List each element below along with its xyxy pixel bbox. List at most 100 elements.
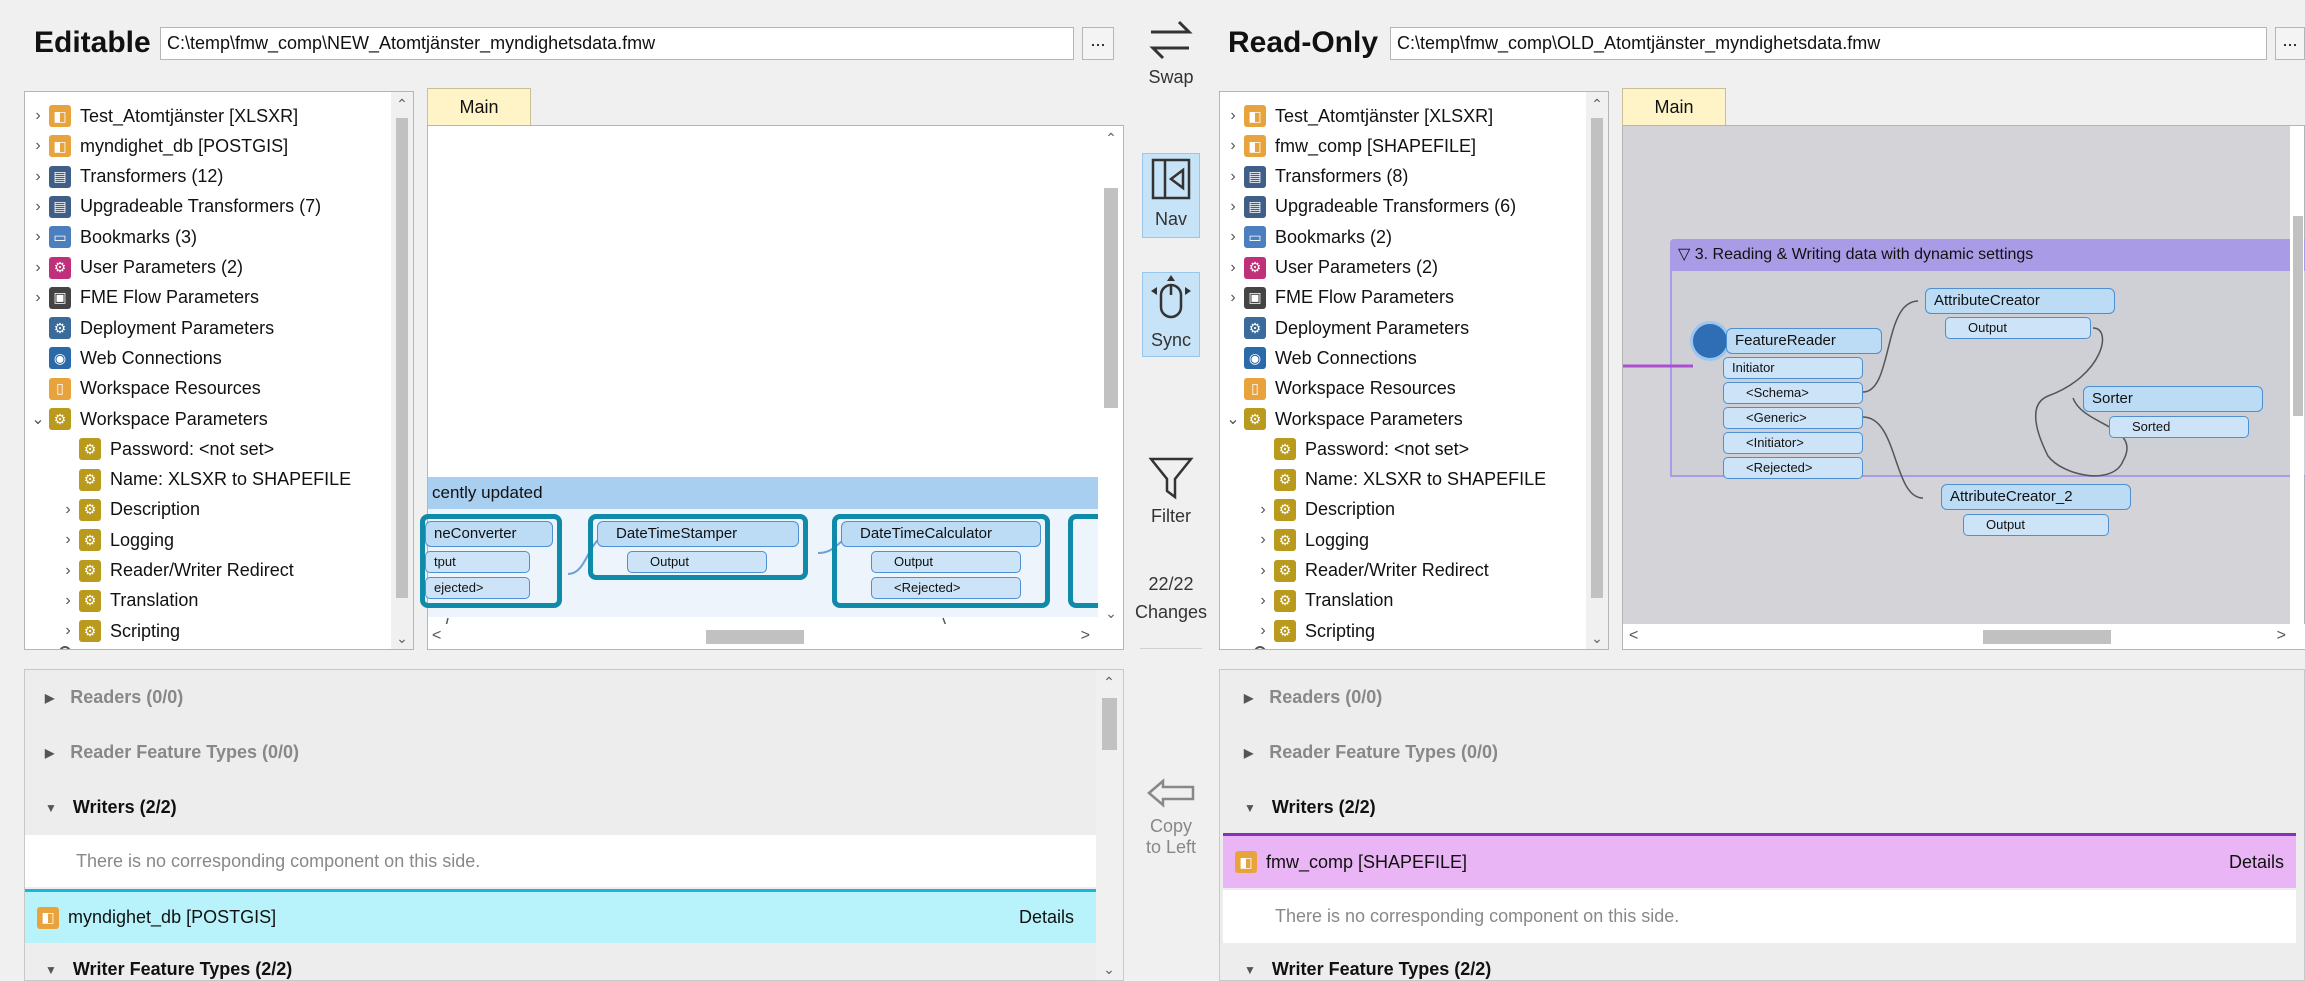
left-node-datetimestamper[interactable]: DateTimeStamper Output bbox=[588, 514, 808, 580]
right-writer-row[interactable]: ◧ fmw_comp [SHAPEFILE] Details bbox=[1223, 833, 2296, 888]
left-diff-scrollbar[interactable]: ⌃ ⌄ bbox=[1096, 670, 1123, 980]
featurereader-port-initiator-out[interactable]: <Initiator> bbox=[1723, 432, 1863, 454]
chevron-icon[interactable]: ⌄ bbox=[1222, 409, 1244, 429]
right-tab-main[interactable]: Main bbox=[1622, 88, 1726, 125]
left-writer-details-button[interactable]: Details bbox=[1019, 907, 1074, 928]
chevron-icon[interactable]: › bbox=[57, 501, 79, 519]
featurereader-port-rejected[interactable]: <Rejected> bbox=[1723, 457, 1863, 479]
left-tree-item[interactable]: › ▤ Transformers (12) bbox=[27, 162, 223, 192]
right-canvas-hscrollbar[interactable]: < > bbox=[1623, 624, 2305, 649]
left-tree-item[interactable]: › ▣ FME Flow Parameters bbox=[27, 283, 259, 313]
featurereader-port-initiator[interactable]: Initiator bbox=[1723, 357, 1863, 379]
chevron-icon[interactable]: › bbox=[1222, 198, 1244, 216]
left-section-reader-feature-types[interactable]: ▶ Reader Feature Types (0/0) bbox=[45, 742, 299, 763]
nav-toggle-button[interactable]: Nav bbox=[1142, 153, 1200, 238]
left-tree-item[interactable]: › ◧ myndighet_db [POSTGIS] bbox=[27, 131, 288, 161]
chevron-icon[interactable]: › bbox=[27, 168, 49, 186]
right-tree-item[interactable]: ⚙ Name: XLSXR to SHAPEFILE bbox=[1252, 465, 1546, 495]
right-workspace-canvas[interactable]: ▽ 3. Reading & Writing data with dynamic… bbox=[1622, 125, 2305, 650]
editable-browse-button[interactable]: ... bbox=[1082, 27, 1114, 60]
left-section-writer-feature-types[interactable]: ▼ Writer Feature Types (2/2) bbox=[45, 959, 292, 980]
right-tree-item[interactable]: › ⚙ Scripting bbox=[1252, 616, 1375, 646]
right-tree-item[interactable]: › ⚙ User Parameters (2) bbox=[1222, 253, 1438, 283]
left-tree-item[interactable]: › ◧ Test_Atomtjänster [XLSXR] bbox=[27, 101, 298, 131]
left-node-converter[interactable]: neConverter tput ejected> bbox=[420, 514, 562, 608]
left-node-datetimecalculator-port-rejected[interactable]: <Rejected> bbox=[871, 577, 1021, 599]
right-section-readers[interactable]: ▶ Readers (0/0) bbox=[1244, 687, 1382, 708]
left-tree-item[interactable]: › ▭ Bookmarks (3) bbox=[27, 222, 197, 252]
left-tree-item[interactable]: ⚙ Name: XLSXR to SHAPEFILE bbox=[57, 465, 351, 495]
left-canvas-vscrollbar[interactable]: ⌃ ⌄ bbox=[1098, 126, 1123, 624]
left-node-datetimecalculator-port-output[interactable]: Output bbox=[871, 551, 1021, 573]
left-workspace-canvas[interactable]: cently updated neConverter tput ejected>… bbox=[420, 125, 1124, 650]
copy-to-left-button[interactable]: Copy to Left bbox=[1130, 775, 1212, 858]
left-tree-item[interactable]: ⚙ Password: <not set> bbox=[57, 434, 274, 464]
right-tree-item[interactable]: › ⚙ Translation bbox=[1252, 586, 1393, 616]
chevron-icon[interactable]: › bbox=[57, 592, 79, 610]
left-section-writers[interactable]: ▼ Writers (2/2) bbox=[45, 797, 177, 818]
right-canvas-vscrollbar[interactable] bbox=[2290, 126, 2304, 624]
left-node-datetimecalculator[interactable]: DateTimeCalculator Output <Rejected> bbox=[832, 514, 1050, 608]
left-diff-list[interactable]: ▶ Readers (0/0) ▶ Reader Feature Types (0/… bbox=[24, 669, 1124, 981]
left-section-readers[interactable]: ▶ Readers (0/0) bbox=[45, 687, 183, 708]
left-tree-scrollbar[interactable]: ⌃ ⌄ bbox=[391, 92, 413, 649]
right-writer-details-button[interactable]: Details bbox=[2229, 852, 2284, 873]
left-node-converter-port-rejected[interactable]: ejected> bbox=[425, 577, 530, 599]
right-tree-item[interactable]: › ⚙ Reader/Writer Redirect bbox=[1252, 556, 1489, 586]
left-node-converter-port-output[interactable]: tput bbox=[425, 551, 530, 573]
attributecreator-port-output[interactable]: Output bbox=[1945, 317, 2091, 339]
right-tree-item[interactable]: › ▤ Upgradeable Transformers (6) bbox=[1222, 192, 1516, 222]
chevron-icon[interactable]: › bbox=[27, 289, 49, 307]
chevron-icon[interactable]: › bbox=[1252, 562, 1274, 580]
attributecreator2-port-output[interactable]: Output bbox=[1963, 514, 2109, 536]
chevron-icon[interactable]: › bbox=[27, 137, 49, 155]
right-tree-item[interactable]: › ▣ FME Flow Parameters bbox=[1222, 283, 1454, 313]
left-tree-item[interactable]: › ⚙ User Parameters (2) bbox=[27, 253, 243, 283]
left-tree-item[interactable]: › ⚙ Description bbox=[57, 495, 200, 525]
left-navigator-tree[interactable]: › ◧ Test_Atomtjänster [XLSXR] › ◧ myndighet_d… bbox=[24, 91, 414, 650]
editable-path-field[interactable]: C:\temp\fmw_comp\NEW_Atomtjänster_myndig… bbox=[160, 27, 1074, 60]
left-tree-item[interactable]: ⌄ ⚙ Workspace Parameters bbox=[27, 404, 268, 434]
right-section-writers[interactable]: ▼ Writers (2/2) bbox=[1244, 797, 1376, 818]
chevron-icon[interactable]: › bbox=[1222, 228, 1244, 246]
right-diff-list[interactable]: ▶ Readers (0/0) ▶ Reader Feature Types (0/… bbox=[1219, 669, 2305, 981]
chevron-icon[interactable]: › bbox=[57, 531, 79, 549]
left-tree-item[interactable]: ▯ Workspace Resources bbox=[27, 374, 261, 404]
sorter-port-sorted[interactable]: Sorted bbox=[2109, 416, 2249, 438]
right-tree-item[interactable]: ◉ Web Connections bbox=[1222, 343, 1417, 373]
right-tree-item[interactable]: › ⚙ Description bbox=[1252, 495, 1395, 525]
attributecreator2-node[interactable]: AttributeCreator_2 bbox=[1941, 484, 2131, 510]
filter-button[interactable]: Filter bbox=[1130, 455, 1212, 527]
featurereader-node[interactable]: FeatureReader bbox=[1726, 328, 1882, 354]
featurereader-port-generic[interactable]: <Generic> bbox=[1723, 407, 1863, 429]
left-canvas-hscrollbar[interactable]: < > bbox=[428, 624, 1100, 649]
right-tree-item[interactable]: › ◧ fmw_comp [SHAPEFILE] bbox=[1222, 131, 1476, 161]
chevron-icon[interactable]: ⌄ bbox=[27, 409, 49, 429]
left-tree-item[interactable]: › ⚙ Reader/Writer Redirect bbox=[57, 556, 294, 586]
right-tree-item[interactable]: › ⚙ Logging bbox=[1252, 525, 1369, 555]
sorter-node[interactable]: Sorter bbox=[2083, 386, 2263, 412]
right-tree-scrollbar[interactable]: ⌃ ⌄ bbox=[1586, 92, 1608, 649]
right-section-reader-feature-types[interactable]: ▶ Reader Feature Types (0/0) bbox=[1244, 742, 1498, 763]
right-tree-item[interactable]: › ▭ Bookmarks (2) bbox=[1222, 222, 1392, 252]
chevron-icon[interactable]: › bbox=[1252, 592, 1274, 610]
right-section-writer-feature-types[interactable]: ▼ Writer Feature Types (2/2) bbox=[1244, 959, 1491, 980]
left-tree-item[interactable]: › ⚙ Translation bbox=[57, 586, 198, 616]
chevron-icon[interactable]: › bbox=[1252, 622, 1274, 640]
chevron-icon[interactable]: › bbox=[1222, 259, 1244, 277]
right-tree-item[interactable]: › ▤ Transformers (8) bbox=[1222, 162, 1408, 192]
chevron-icon[interactable]: › bbox=[27, 198, 49, 216]
right-tree-item[interactable]: › ◧ Test_Atomtjänster [XLSXR] bbox=[1222, 101, 1493, 131]
left-tree-item[interactable]: ◉ Web Connections bbox=[27, 343, 222, 373]
left-tree-item[interactable]: › ▤ Upgradeable Transformers (7) bbox=[27, 192, 321, 222]
right-tree-item[interactable]: ▯ Workspace Resources bbox=[1222, 374, 1456, 404]
chevron-icon[interactable]: › bbox=[57, 622, 79, 640]
chevron-icon[interactable]: › bbox=[27, 107, 49, 125]
left-tree-item[interactable]: › ⚙ Logging bbox=[57, 525, 174, 555]
chevron-icon[interactable]: › bbox=[27, 228, 49, 246]
right-tree-item[interactable]: ⌄ ⚙ Workspace Parameters bbox=[1222, 404, 1463, 434]
left-tree-item[interactable]: › ⚙ Scripting bbox=[57, 616, 180, 646]
left-tree-item[interactable]: ⚙ Deployment Parameters bbox=[27, 313, 274, 343]
left-writer-row[interactable]: ◧ myndighet_db [POSTGIS] Details bbox=[25, 889, 1096, 943]
chevron-icon[interactable]: › bbox=[1222, 107, 1244, 125]
